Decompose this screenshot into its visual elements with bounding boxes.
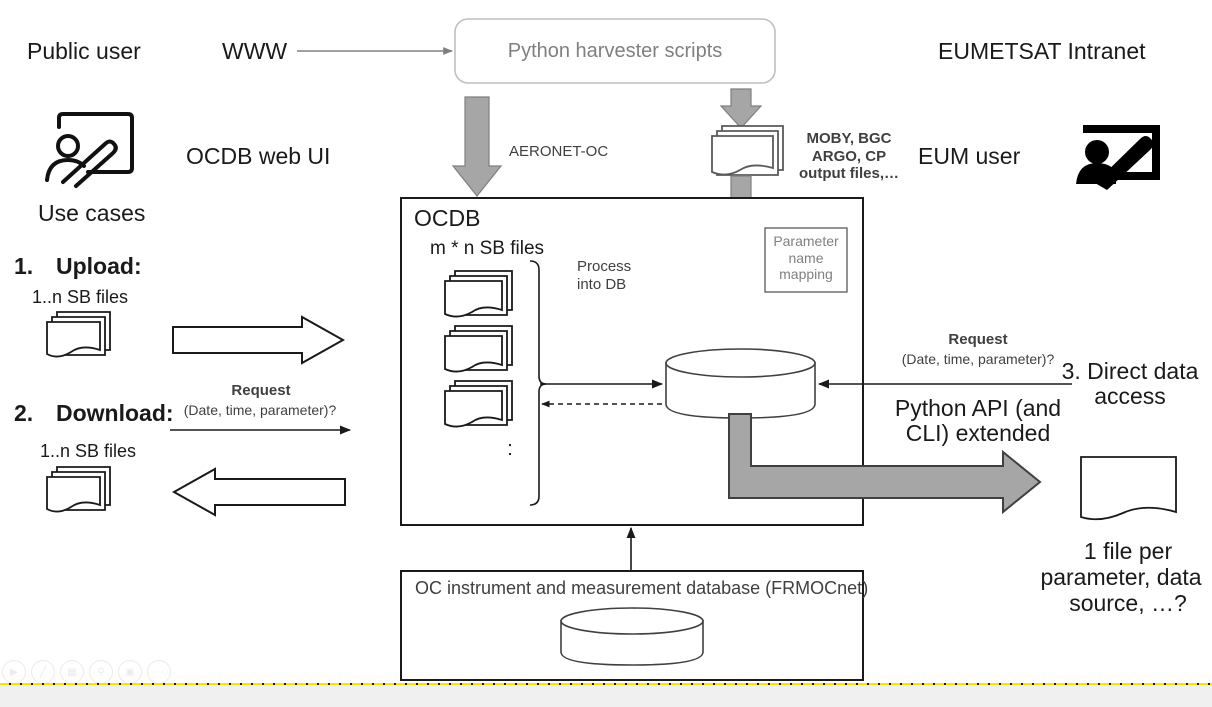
public-user-label: Public user (27, 38, 141, 64)
ocdb-database-cylinder (665, 348, 816, 419)
use-case-3-line-1: 3. Direct data (1061, 358, 1199, 384)
more-options-icon[interactable]: ⋯ (147, 660, 171, 684)
use-case-2-files-label: 1..n SB files (40, 441, 137, 461)
output-caption-line-2: parameter, data (1040, 564, 1202, 590)
moby-file-stack-icon (711, 125, 784, 176)
output-caption-line-1: 1 file per (1083, 538, 1173, 564)
ocdb-file-ellipsis: : (507, 438, 513, 460)
python-api-line-2: CLI) extended (905, 420, 1051, 446)
output-caption-line-3: source, …? (1069, 590, 1187, 616)
ocdb-file-stack-2 (444, 325, 513, 373)
ocdb-file-stack-1 (444, 270, 513, 318)
eum-user-icon (1076, 125, 1160, 190)
play-icon[interactable]: ▶ (2, 660, 26, 684)
ocdb-subtitle: m * n SB files (430, 238, 545, 259)
download-hollow-arrow (171, 467, 346, 517)
magnifier-icon[interactable]: ⚲ (89, 660, 113, 684)
use-case-1-files-label: 1..n SB files (32, 287, 129, 307)
use-case-3-line-2: access (1094, 383, 1166, 409)
use-case-1-label: Upload: (56, 253, 142, 279)
presentation-toolbar[interactable]: ▶ ╱ ▦ ⚲ ▣ ⋯ (2, 660, 171, 684)
aeronet-oc-gray-arrow (451, 96, 503, 197)
use-case-2-number: 2. (14, 400, 34, 426)
harvester-to-files-gray-arrow (719, 88, 763, 129)
process-into-db-label: Process into DB (577, 258, 632, 293)
presentation-bottom-bar (0, 685, 1212, 707)
ocdb-file-stack-3 (444, 380, 513, 428)
upload-file-stack-icon (46, 311, 111, 358)
upload-hollow-arrow (172, 315, 346, 365)
public-user-icon (45, 112, 134, 188)
use-case-1-number: 1. (14, 253, 34, 279)
grid-icon[interactable]: ▦ (60, 660, 84, 684)
download-request-params: (Date, time, parameter)? (183, 402, 337, 418)
www-label: WWW (222, 38, 288, 64)
use-case-2-label: Download: (56, 400, 174, 426)
aeronet-oc-label: AERONET-OC (509, 143, 609, 160)
parameter-name-mapping-label: Parameter name mapping (773, 233, 839, 283)
eumetsat-intranet-label: EUMETSAT Intranet (938, 38, 1146, 64)
frmocnet-label: OC instrument and measurement database (… (415, 578, 869, 598)
slide-canvas: Public user WWW Python harvester scripts… (0, 0, 1212, 707)
python-harvester-label: Python harvester scripts (507, 40, 723, 62)
download-file-stack-icon (46, 466, 111, 513)
ocdb-web-ui-label: OCDB web UI (186, 143, 331, 169)
pen-icon[interactable]: ╱ (31, 660, 55, 684)
use-cases-heading: Use cases (38, 200, 146, 226)
presentation-icon[interactable]: ▣ (118, 660, 142, 684)
moby-files-label: MOBY, BGC ARGO, CP output files,… (799, 130, 899, 183)
output-file-icon (1080, 456, 1177, 521)
eum-user-label: EUM user (918, 143, 1021, 169)
ocdb-title: OCDB (414, 205, 481, 231)
download-request-title: Request (231, 382, 291, 399)
direct-request-title: Request (948, 331, 1008, 348)
frmocnet-database-cylinder (560, 607, 704, 666)
